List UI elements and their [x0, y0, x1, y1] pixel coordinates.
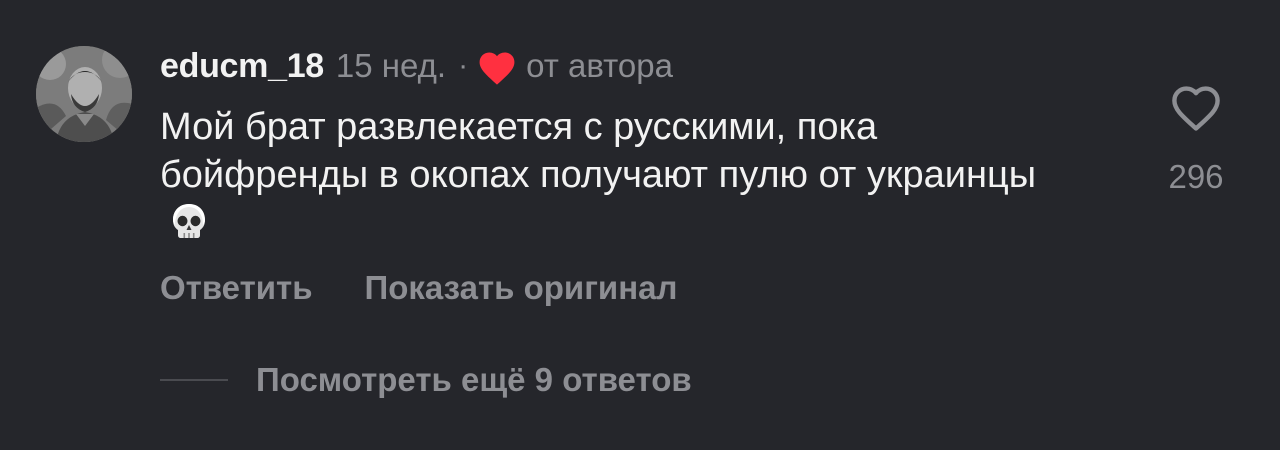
like-count: 296: [1168, 158, 1224, 195]
skull-icon: [170, 202, 208, 242]
heart-outline-icon[interactable]: [1170, 84, 1222, 132]
heart-filled-icon: [479, 52, 515, 85]
meta-separator: ·: [458, 49, 469, 82]
replies-divider: [160, 379, 228, 381]
username-link[interactable]: educm_18: [160, 47, 324, 86]
reply-button[interactable]: Ответить: [160, 269, 313, 307]
timestamp: 15 нед.: [335, 47, 447, 84]
comment-meta: educm_18 15 нед. · от автора: [160, 44, 673, 88]
show-original-button[interactable]: Показать оригинал: [365, 269, 678, 307]
comment-text: Мой брат развлекается с русскими, пока б…: [160, 103, 1060, 247]
comment-actions: Ответить Показать оригинал: [160, 266, 677, 310]
comment-like: 296: [1160, 84, 1232, 196]
liked-by-author-label: от автора: [526, 47, 673, 84]
view-replies-label: Посмотреть ещё 9 ответов: [256, 361, 692, 398]
view-replies-button[interactable]: Посмотреть ещё 9 ответов: [160, 358, 692, 402]
comment-item: educm_18 15 нед. · от автора Мой брат ра…: [0, 0, 1280, 450]
comment-body: Мой брат развлекается с русскими, пока б…: [160, 106, 1037, 196]
avatar-photo: [36, 46, 132, 142]
avatar[interactable]: [36, 46, 132, 142]
